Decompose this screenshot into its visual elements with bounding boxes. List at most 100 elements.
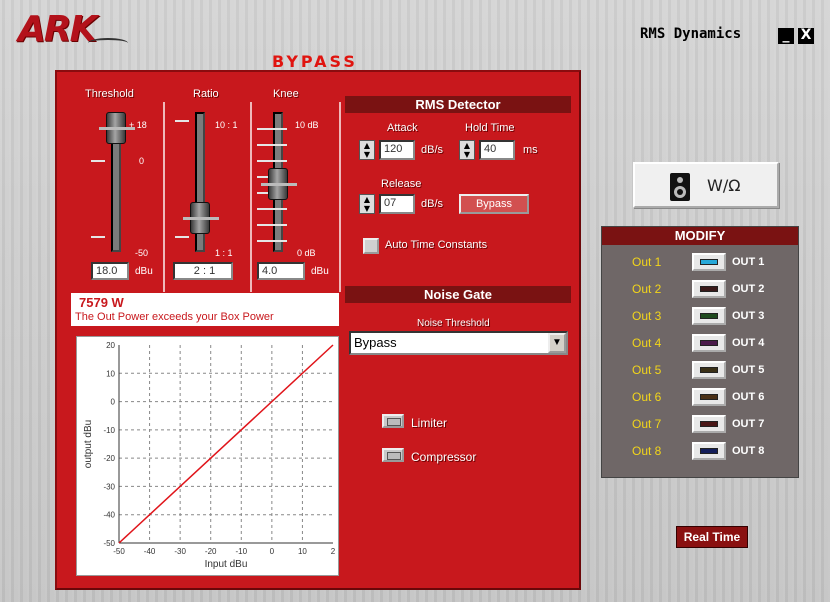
minimize-button[interactable]: _ <box>778 28 794 44</box>
threshold-value-field[interactable]: 18.0 <box>91 262 129 280</box>
watts-ohms-label: W/Ω <box>707 176 741 195</box>
scale-tick <box>257 208 287 210</box>
y-tick-label: 10 <box>106 369 115 378</box>
compressor-label: Compressor <box>411 450 477 464</box>
modify-row: Out 8 OUT 8 <box>602 440 798 466</box>
hold-time-unit: ms <box>523 144 538 156</box>
output-color-button[interactable] <box>692 415 726 433</box>
separator <box>250 102 252 292</box>
ratio-slider-knob[interactable] <box>183 202 219 234</box>
chevron-down-icon[interactable]: ▼ <box>548 333 566 353</box>
x-tick-label: -40 <box>144 547 156 556</box>
power-value: 7579 W <box>79 295 124 310</box>
output-name: OUT 4 <box>732 337 765 349</box>
output-color-button[interactable] <box>692 334 726 352</box>
y-tick-label: -30 <box>103 482 115 491</box>
hold-time-field[interactable]: 40 <box>479 140 515 160</box>
ratio-label: Ratio <box>193 88 219 100</box>
threshold-mid-label: 0 <box>139 156 145 166</box>
output-color-swatch <box>700 313 718 319</box>
output-color-swatch <box>700 421 718 427</box>
hold-time-spinner[interactable]: ▲ ▼ <box>459 140 475 160</box>
separator <box>163 102 165 292</box>
output-name: OUT 2 <box>732 283 765 295</box>
y-axis-label: output dBu <box>83 420 94 468</box>
knee-label: Knee <box>273 88 299 100</box>
output-name: OUT 1 <box>732 256 765 268</box>
output-label: Out 2 <box>632 282 662 296</box>
ratio-value-field[interactable]: 2 : 1 <box>173 262 233 280</box>
attack-field[interactable]: 120 <box>379 140 415 160</box>
threshold-unit: dBu <box>135 266 153 277</box>
compressor-toggle[interactable] <box>382 448 404 462</box>
scale-tick <box>257 144 287 146</box>
limiter-toggle[interactable] <box>382 414 404 428</box>
modify-row: Out 7 OUT 7 <box>602 413 798 439</box>
speaker-icon <box>670 173 690 201</box>
output-color-button[interactable] <box>692 280 726 298</box>
ratio-min-label: 1 : 1 <box>215 248 233 258</box>
rms-bypass-button[interactable]: Bypass <box>459 194 529 214</box>
x-tick-label: 0 <box>270 547 275 556</box>
output-color-button[interactable] <box>692 253 726 271</box>
threshold-max-label: + 18 <box>129 120 147 130</box>
output-label: Out 4 <box>632 336 662 350</box>
transfer-curve-svg: 20100-10-20-30-40-50-50 -40 -30 -20 -10 0 10 2I… <box>83 341 336 570</box>
power-message: The Out Power exceeds your Box Power <box>75 311 274 323</box>
y-tick-label: 20 <box>106 341 115 350</box>
app-title: RMS Dynamics <box>640 26 742 42</box>
output-color-button[interactable] <box>692 307 726 325</box>
y-tick-label: 0 <box>111 398 116 407</box>
noise-threshold-value: Bypass <box>354 335 397 350</box>
y-tick-label: -10 <box>103 426 115 435</box>
output-color-swatch <box>700 394 718 400</box>
knee-min-label: 0 dB <box>297 248 316 258</box>
output-color-button[interactable] <box>692 388 726 406</box>
output-label: Out 6 <box>632 390 662 404</box>
x-tick-label: 2 <box>331 547 336 556</box>
noise-gate-heading: Noise Gate <box>345 286 571 303</box>
ark-logo: ARK <box>18 9 97 50</box>
scale-tick <box>257 128 287 130</box>
knee-slider-knob[interactable] <box>261 168 297 200</box>
hold-time-label: Hold Time <box>465 122 515 134</box>
close-button[interactable]: X <box>798 28 814 44</box>
attack-spinner[interactable]: ▲ ▼ <box>359 140 375 160</box>
separator <box>339 102 341 292</box>
attack-unit: dB/s <box>421 144 444 156</box>
bypass-status-title: BYPASS <box>272 52 358 71</box>
y-tick-label: -20 <box>103 454 115 463</box>
auto-time-checkbox[interactable] <box>363 238 379 254</box>
modify-row: Out 1 OUT 1 <box>602 251 798 277</box>
scale-tick <box>91 236 105 238</box>
scale-tick <box>257 240 287 242</box>
modify-row: Out 3 OUT 3 <box>602 305 798 331</box>
scale-tick <box>91 160 105 162</box>
output-label: Out 5 <box>632 363 662 377</box>
scale-tick <box>175 236 189 238</box>
modify-row: Out 2 OUT 2 <box>602 278 798 304</box>
modify-row: Out 4 OUT 4 <box>602 332 798 358</box>
output-color-swatch <box>700 448 718 454</box>
real-time-button[interactable]: Real Time <box>676 526 748 548</box>
output-color-swatch <box>700 367 718 373</box>
scale-tick <box>175 120 189 122</box>
release-spinner[interactable]: ▲ ▼ <box>359 194 375 214</box>
knee-value-field[interactable]: 4.0 <box>257 262 305 280</box>
watts-ohms-button[interactable]: W/Ω <box>633 162 779 208</box>
modify-panel: MODIFY Out 1 OUT 1 Out 2 OUT 2 Out 3 OUT 3 Out… <box>601 226 799 478</box>
x-tick-label: -50 <box>113 547 125 556</box>
threshold-slider-knob[interactable] <box>99 112 135 144</box>
output-label: Out 3 <box>632 309 662 323</box>
noise-threshold-select[interactable]: Bypass ▼ <box>349 331 568 355</box>
noise-threshold-label: Noise Threshold <box>417 318 490 329</box>
x-tick-label: -30 <box>174 547 186 556</box>
release-unit: dB/s <box>421 198 444 210</box>
x-tick-label: 10 <box>298 547 307 556</box>
ratio-max-label: 10 : 1 <box>215 120 238 130</box>
power-warning: 7579 W The Out Power exceeds your Box Po… <box>71 293 339 326</box>
output-color-button[interactable] <box>692 442 726 460</box>
output-color-button[interactable] <box>692 361 726 379</box>
release-field[interactable]: 07 <box>379 194 415 214</box>
y-tick-label: -40 <box>103 511 115 520</box>
